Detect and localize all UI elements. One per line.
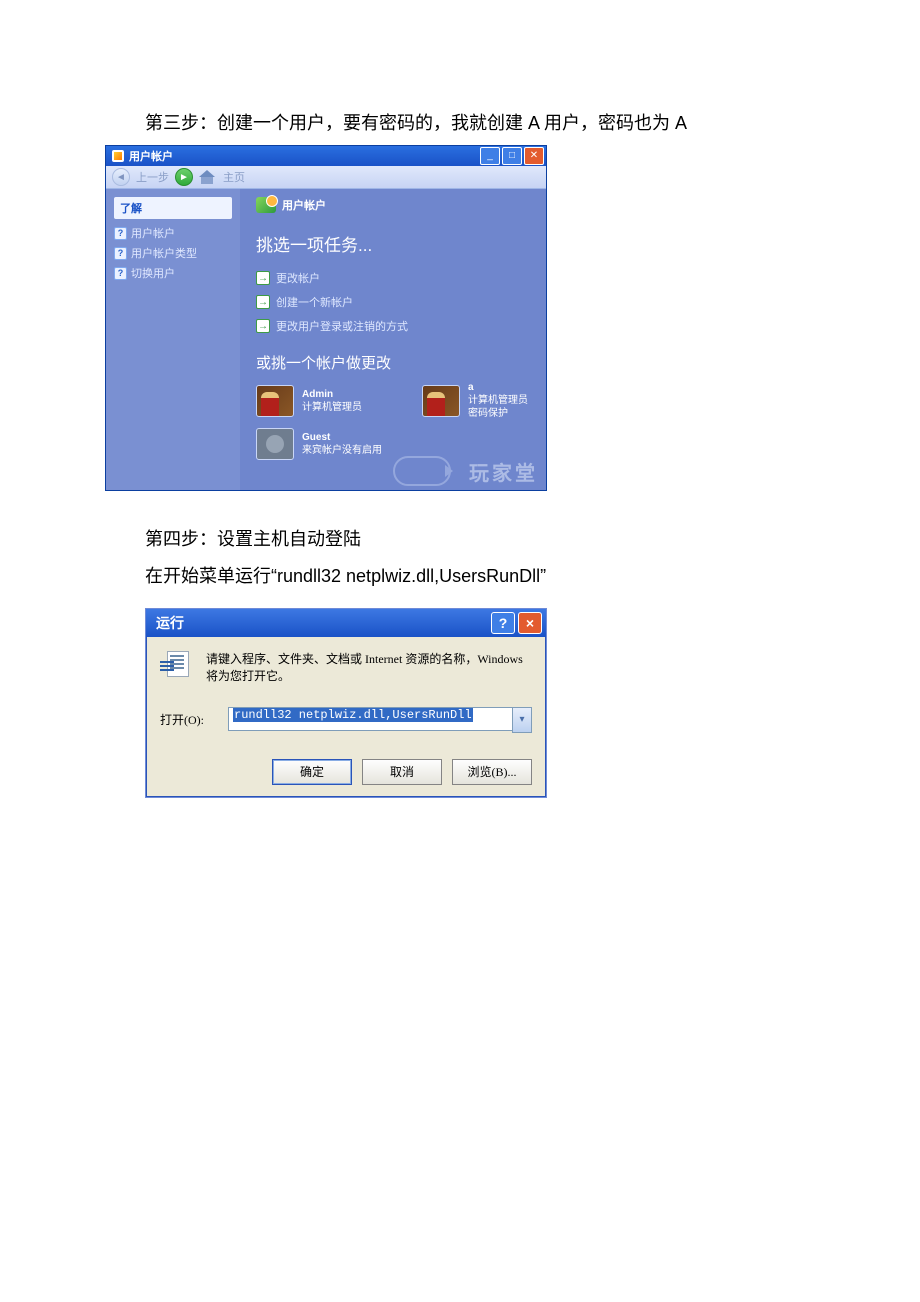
main-panel: 用户帐户 挑选一项任务... →更改帐户 →创建一个新帐户 →更改用户登录或注销… <box>240 189 546 490</box>
breadcrumb: 用户帐户 <box>256 197 530 213</box>
account-role: 计算机管理员 <box>468 394 528 407</box>
home-icon[interactable] <box>199 170 215 184</box>
open-label: 打开(O): <box>160 711 220 728</box>
account-name: Admin <box>302 388 362 401</box>
account-role: 来宾帐户没有启用 <box>302 444 382 457</box>
help-button[interactable]: ? <box>491 612 515 634</box>
ok-button[interactable]: 确定 <box>272 759 352 785</box>
arrow-icon: → <box>256 295 270 309</box>
user-accounts-icon <box>256 197 276 213</box>
avatar <box>256 385 294 417</box>
step4-sub-paragraph: 在开始菜单运行“rundll32 netplwiz.dll,UsersRunDl… <box>145 563 920 590</box>
help-icon: ? <box>114 227 127 240</box>
account-item-guest[interactable]: Guest 来宾帐户没有启用 <box>256 428 382 460</box>
task-link[interactable]: →更改帐户 <box>256 270 530 286</box>
nav-back-icon[interactable]: ◄ <box>112 168 130 186</box>
account-extra: 密码保护 <box>468 407 528 420</box>
run-titlebar[interactable]: 运行 ? × <box>146 609 546 637</box>
minimize-button[interactable]: _ <box>480 147 500 165</box>
browse-button[interactable]: 浏览(B)... <box>452 759 532 785</box>
arrow-icon: → <box>256 319 270 333</box>
close-button[interactable]: ✕ <box>524 147 544 165</box>
sidebar: 了解 ?用户帐户 ?用户帐户类型 ?切换用户 <box>106 189 240 490</box>
maximize-button[interactable]: □ <box>502 147 522 165</box>
dropdown-button[interactable]: ▾ <box>512 707 532 733</box>
step3-paragraph: 第三步：创建一个用户，要有密码的，我就创建 A 用户，密码也为 A <box>145 110 920 137</box>
help-icon: ? <box>114 247 127 260</box>
account-role: 计算机管理员 <box>302 401 362 414</box>
task-link[interactable]: →创建一个新帐户 <box>256 294 530 310</box>
cancel-button[interactable]: 取消 <box>362 759 442 785</box>
watermark-logo-icon <box>393 456 451 486</box>
account-item-admin[interactable]: Admin 计算机管理员 <box>256 381 362 420</box>
window-titlebar[interactable]: 用户帐户 _ □ ✕ <box>106 146 546 166</box>
sidebar-item[interactable]: ?用户帐户类型 <box>114 243 232 263</box>
task-link[interactable]: →更改用户登录或注销的方式 <box>256 318 530 334</box>
run-message: 请键入程序、文件夹、文档或 Internet 资源的名称，Windows 将为您… <box>206 651 532 685</box>
image-watermark: 玩家堂 <box>393 456 538 486</box>
help-icon: ? <box>114 267 127 280</box>
sidebar-item[interactable]: ?切换用户 <box>114 263 232 283</box>
sidebar-item[interactable]: ?用户帐户 <box>114 223 232 243</box>
nav-forward-icon[interactable]: ► <box>175 168 193 186</box>
heading-pick-account: 或挑一个帐户做更改 <box>256 352 530 373</box>
run-title: 运行 <box>156 613 488 633</box>
close-button[interactable]: × <box>518 612 542 634</box>
account-name: a <box>468 381 528 394</box>
run-dialog: 运行 ? × 请键入程序、文件夹、文档或 Internet 资源的名称，Wind… <box>145 608 547 798</box>
sidebar-header: 了解 <box>114 197 232 219</box>
open-input[interactable]: rundll32 netplwiz.dll,UsersRunDll <box>228 707 512 731</box>
window-title: 用户帐户 <box>129 148 480 164</box>
nav-back-label: 上一步 <box>136 169 169 185</box>
avatar <box>422 385 460 417</box>
arrow-icon: → <box>256 271 270 285</box>
run-icon <box>160 651 192 677</box>
heading-pick-task: 挑选一项任务... <box>256 231 530 256</box>
user-accounts-window: 用户帐户 _ □ ✕ ◄ 上一步 ► 主页 了解 ?用户帐户 ?用户帐户类型 ?… <box>105 145 547 491</box>
avatar <box>256 428 294 460</box>
window-toolbar: ◄ 上一步 ► 主页 <box>106 166 546 189</box>
account-item-a[interactable]: a 计算机管理员 密码保护 <box>422 381 528 420</box>
window-icon <box>112 150 124 162</box>
step4-paragraph: 第四步：设置主机自动登陆 <box>145 526 920 553</box>
account-name: Guest <box>302 431 382 444</box>
nav-home-label: 主页 <box>223 169 245 185</box>
